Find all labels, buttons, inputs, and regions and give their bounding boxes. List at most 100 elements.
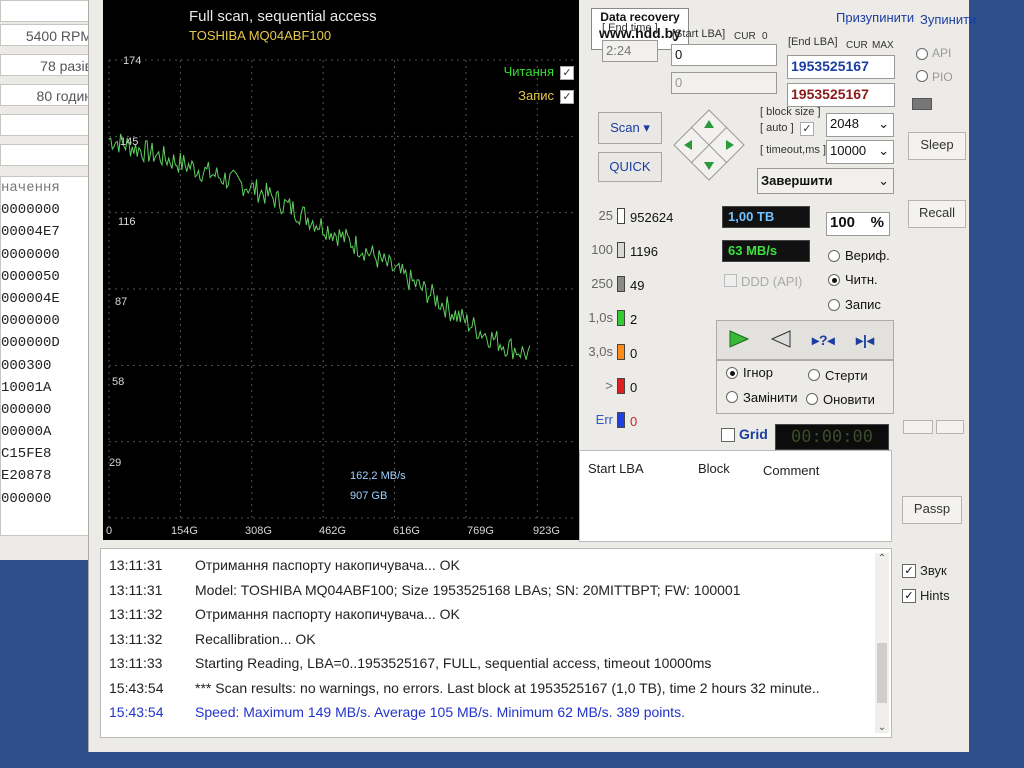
refresh-label: Оновити xyxy=(823,392,875,407)
col-comment[interactable]: Comment xyxy=(763,463,819,478)
log-time: 15:43:54 xyxy=(109,679,164,696)
end-button[interactable]: ▸|◂ xyxy=(856,332,874,349)
register-value: 00004E7 xyxy=(1,224,60,241)
latency-swatch xyxy=(617,208,625,224)
stop-link[interactable]: Зупинити xyxy=(920,12,976,27)
x-tick: 769G xyxy=(467,525,494,537)
pause-link[interactable]: Призупинити xyxy=(836,10,914,25)
block-size-value: 2048 xyxy=(830,116,859,131)
sleep-button[interactable]: Sleep xyxy=(908,132,966,160)
refresh-radio[interactable] xyxy=(806,393,818,405)
latency-swatch xyxy=(617,412,625,428)
log-message: Recallibration... OK xyxy=(195,630,316,647)
y-tick: 145 xyxy=(120,136,139,148)
smart-values-list[interactable]: начення 0000000 00004E7 0000000 0000050 0000… xyxy=(0,176,97,536)
register-value: 0000000 xyxy=(1,246,60,263)
timeout-select[interactable]: 10000 ⌄ xyxy=(826,140,894,164)
chevron-down-icon: ⌄ xyxy=(878,143,889,158)
latency-swatch xyxy=(617,276,625,292)
end-time-field[interactable]: 2:24 xyxy=(602,40,658,62)
direction-pad[interactable] xyxy=(672,108,746,182)
latency-label: 3,0s xyxy=(588,344,613,359)
replace-radio[interactable] xyxy=(726,391,738,403)
small-button-1[interactable] xyxy=(903,420,933,434)
replace-label: Замінити xyxy=(743,390,798,405)
drive-model: TOSHIBA MQ04ABF100 xyxy=(189,28,332,43)
play-icon xyxy=(729,330,750,348)
col-start-lba[interactable]: Start LBA xyxy=(588,461,644,476)
event-log[interactable]: 13:11:31 Отримання паспорту накопичувача.… xyxy=(100,548,892,738)
read-radio[interactable] xyxy=(828,274,840,286)
scan-button[interactable]: Scan ▾ xyxy=(598,112,662,144)
write-radio[interactable] xyxy=(828,299,840,311)
latency-count: 952624 xyxy=(630,210,674,225)
legend-write-checkbox[interactable]: ✓ xyxy=(560,90,574,104)
bad-blocks-table[interactable]: Start LBA Block Comment xyxy=(579,450,892,542)
end-cur-button[interactable]: CUR xyxy=(846,40,868,51)
pio-radio[interactable] xyxy=(916,70,928,82)
latency-label: 250 xyxy=(591,276,613,291)
end-lba-label: [End LBA] xyxy=(788,36,838,48)
start-zero-button[interactable]: 0 xyxy=(762,31,768,42)
speed-chart xyxy=(108,59,573,519)
skip-button[interactable]: ▸?◂ xyxy=(812,332,835,349)
recall-button[interactable]: Recall xyxy=(908,200,966,228)
y-tick: 58 xyxy=(112,376,125,388)
play-button[interactable] xyxy=(726,328,752,355)
ignore-label: Ігнор xyxy=(743,365,773,380)
legend-read: Читання xyxy=(503,64,554,79)
auto-checkbox[interactable]: ✓ xyxy=(800,122,814,136)
register-value: 0000000 xyxy=(1,313,60,330)
status-indicator xyxy=(912,98,932,110)
cursor-speed: 162,2 MB/s xyxy=(350,470,406,482)
power-count-field: 78 разів xyxy=(0,54,97,76)
latency-label: > xyxy=(605,378,613,393)
scroll-thumb[interactable] xyxy=(877,643,887,703)
legend-read-checkbox[interactable]: ✓ xyxy=(560,66,574,80)
log-message: Speed: Maximum 149 MB/s. Average 105 MB/… xyxy=(195,704,685,720)
finish-action-select[interactable]: Завершити ⌄ xyxy=(757,168,894,194)
y-tick: 174 xyxy=(123,55,142,67)
hints-label: Hints xyxy=(920,588,950,603)
end-lba-field[interactable]: 1953525167 xyxy=(787,55,895,79)
x-tick: 616G xyxy=(393,525,420,537)
ignore-radio[interactable] xyxy=(726,367,738,379)
back-button[interactable] xyxy=(768,328,794,355)
passp-button[interactable]: Passp xyxy=(902,496,962,524)
small-button-2[interactable] xyxy=(936,420,964,434)
register-value: 000004E xyxy=(1,290,60,307)
end-lba-field-2[interactable]: 1953525167 xyxy=(787,83,895,107)
end-max-button[interactable]: MAX xyxy=(872,40,894,51)
verify-label: Вериф. xyxy=(845,248,890,263)
rpm-field: 5400 RPM xyxy=(0,24,97,46)
x-tick: 154G xyxy=(171,525,198,537)
verify-radio[interactable] xyxy=(828,250,840,262)
column-header: начення xyxy=(1,180,60,196)
skip-icon: ▸?◂ xyxy=(812,332,835,348)
auto-label: [ auto ] xyxy=(760,122,794,134)
percent-sign: % xyxy=(870,214,884,231)
latency-label: 25 xyxy=(598,208,613,223)
quick-button[interactable]: QUICK xyxy=(598,152,662,182)
block-size-select[interactable]: 2048 ⌄ xyxy=(826,113,894,137)
scroll-up-icon[interactable]: ⌃ xyxy=(875,553,889,564)
grid-checkbox[interactable] xyxy=(721,428,735,442)
scroll-down-icon[interactable]: ⌄ xyxy=(875,722,889,733)
start-lba-field[interactable]: 0 xyxy=(671,44,777,66)
ddd-checkbox[interactable] xyxy=(724,274,737,287)
cursor-position: 907 GB xyxy=(350,490,388,502)
grid-label: Grid xyxy=(739,426,768,442)
start-cur-button[interactable]: CUR xyxy=(734,31,756,42)
register-value: 0000000 xyxy=(1,202,60,219)
col-block[interactable]: Block xyxy=(698,461,730,476)
timeout-label: [ timeout,ms ] xyxy=(760,144,827,156)
start-lba-field-2[interactable]: 0 xyxy=(671,72,777,94)
sound-checkbox[interactable]: ✓ xyxy=(902,564,916,578)
erase-radio[interactable] xyxy=(808,369,820,381)
register-value: 000000 xyxy=(1,401,52,418)
api-label: API xyxy=(932,46,952,60)
block-size-label: [ block size ] xyxy=(760,106,821,118)
api-radio[interactable] xyxy=(916,48,928,60)
hints-checkbox[interactable]: ✓ xyxy=(902,589,916,603)
log-scrollbar[interactable]: ⌃ ⌄ xyxy=(875,553,889,733)
